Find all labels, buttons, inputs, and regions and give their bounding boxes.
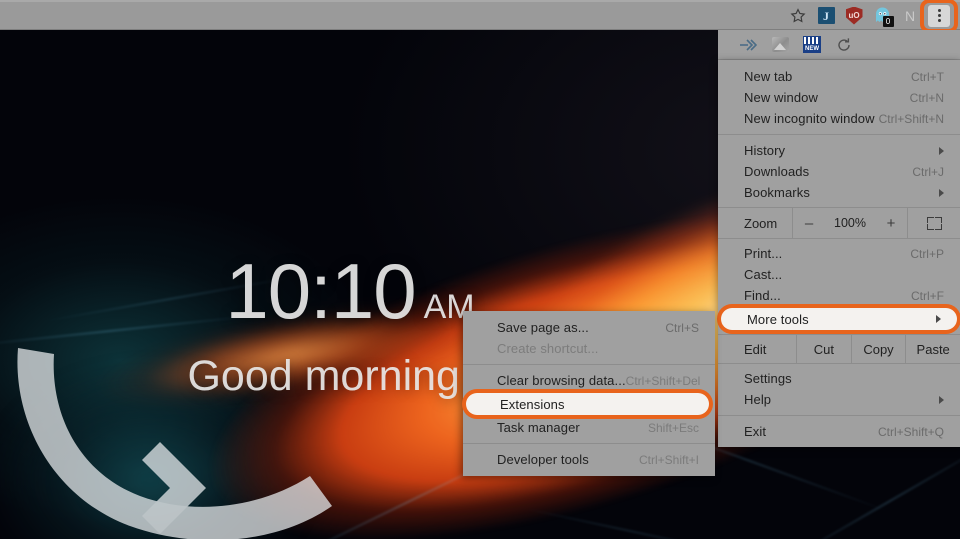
submenu-item-save-page-as[interactable]: Save page as... Ctrl+S — [463, 317, 715, 338]
chevron-right-icon — [939, 395, 944, 404]
fullscreen-button[interactable] — [907, 208, 960, 238]
zoom-out-button[interactable]: – — [792, 208, 825, 238]
menu-item-label: New window — [744, 90, 818, 105]
browser-window: 10:10 AM Good morning, V J uO 0 N NEW Ne… — [0, 0, 960, 539]
menu-item-bookmarks[interactable]: Bookmarks — [718, 182, 960, 203]
menu-item-settings[interactable]: Settings — [718, 368, 960, 389]
edit-label: Edit — [744, 341, 767, 357]
avatar-initial: N — [904, 7, 916, 24]
menu-item-label: Bookmarks — [744, 185, 810, 200]
submenu-item-accel: Ctrl+Shift+I — [638, 452, 699, 467]
menu-item-label: Settings — [744, 371, 792, 386]
zoom-label: Zoom — [744, 215, 778, 231]
edit-cut-button[interactable]: Cut — [796, 335, 851, 363]
chevron-right-icon — [939, 146, 944, 155]
submenu-item-label: Create shortcut... — [497, 341, 599, 356]
menu-item-history[interactable]: History — [718, 140, 960, 161]
menu-button-highlight-ring — [920, 0, 958, 33]
arrow-watermark-icon — [17, 348, 332, 539]
submenu-item-label: Extensions — [500, 396, 565, 412]
zoom-level-value: 100% — [834, 216, 866, 230]
menu-item-more-tools[interactable]: More tools — [721, 308, 957, 330]
menu-item-label: Cast... — [744, 267, 783, 282]
submenu-separator — [463, 443, 715, 444]
chrome-menu-button[interactable] — [920, 0, 958, 33]
menu-item-accel: Ctrl+N — [909, 90, 944, 105]
submenu-item-accel: Ctrl+S — [665, 320, 699, 335]
chevron-right-icon — [936, 315, 941, 323]
menu-item-accel: Ctrl+J — [912, 164, 944, 179]
chevron-right-icon — [939, 188, 944, 197]
menu-item-exit[interactable]: Exit Ctrl+Shift+Q — [718, 421, 960, 442]
bookmarks-bar: NEW — [718, 30, 960, 60]
edit-paste-button[interactable]: Paste — [905, 335, 960, 363]
submenu-item-task-manager[interactable]: Task manager Shift+Esc — [463, 417, 715, 438]
ghostery-extension-icon[interactable]: 0 — [869, 3, 895, 29]
submenu-item-extensions[interactable]: Extensions — [466, 393, 709, 415]
image-thumbnail-icon[interactable] — [770, 35, 790, 55]
menu-item-accel: Ctrl+Shift+N — [878, 111, 944, 126]
menu-separator — [718, 415, 960, 416]
submenu-item-create-shortcut: Create shortcut... — [463, 338, 715, 359]
menu-item-label: Downloads — [744, 164, 810, 179]
menu-item-find[interactable]: Find... Ctrl+F — [718, 285, 960, 306]
edit-copy-button[interactable]: Copy — [850, 335, 906, 363]
reload-circle-icon[interactable] — [834, 35, 854, 55]
more-tools-submenu: Save page as... Ctrl+S Create shortcut..… — [463, 311, 715, 476]
submenu-item-label: Developer tools — [497, 452, 589, 467]
submenu-item-label: Clear browsing data... — [497, 373, 626, 388]
menu-item-accel: Ctrl+F — [911, 288, 944, 303]
menu-item-downloads[interactable]: Downloads Ctrl+J — [718, 161, 960, 182]
new-badge-icon[interactable]: NEW — [802, 35, 822, 55]
menu-item-print[interactable]: Print... Ctrl+P — [718, 243, 960, 264]
menu-item-accel: Ctrl+Shift+Q — [877, 424, 944, 439]
menu-item-new-incognito-window[interactable]: New incognito window Ctrl+Shift+N — [718, 108, 960, 129]
menu-zoom-row: Zoom – 100% + — [718, 207, 960, 239]
ghostery-badge-count: 0 — [882, 16, 894, 27]
menu-item-label: New tab — [744, 69, 793, 84]
menu-item-label: More tools — [747, 311, 809, 327]
menu-item-label: Print... — [744, 246, 783, 261]
menu-edit-row: Edit Cut Copy Paste — [718, 334, 960, 364]
menu-item-label: History — [744, 143, 786, 158]
submenu-item-accel: Ctrl+Shift+Del — [625, 373, 701, 388]
menu-item-accel: Ctrl+T — [911, 69, 944, 84]
menu-item-cast[interactable]: Cast... — [718, 264, 960, 285]
ublock-origin-icon[interactable]: uO — [841, 3, 867, 29]
menu-item-label: Exit — [744, 424, 767, 439]
submenu-item-clear-browsing-data[interactable]: Clear browsing data... Ctrl+Shift+Del — [463, 370, 715, 391]
menu-item-accel: Ctrl+P — [910, 246, 944, 261]
submenu-item-label: Save page as... — [497, 320, 589, 335]
menu-item-new-window[interactable]: New window Ctrl+N — [718, 87, 960, 108]
menu-item-help[interactable]: Help — [718, 389, 960, 410]
submenu-item-label: Task manager — [497, 420, 580, 435]
menu-item-new-tab[interactable]: New tab Ctrl+T — [718, 66, 960, 87]
submenu-item-accel: Shift+Esc — [647, 420, 699, 435]
menu-item-label: Find... — [744, 288, 781, 303]
forward-arrows-icon[interactable] — [738, 35, 758, 55]
bookmark-star-icon[interactable] — [785, 3, 811, 29]
menu-separator — [718, 134, 960, 135]
submenu-item-developer-tools[interactable]: Developer tools Ctrl+Shift+I — [463, 449, 715, 470]
menu-item-label: New incognito window — [744, 111, 875, 126]
zoom-in-button[interactable]: + — [875, 208, 907, 238]
chrome-main-menu: New tab Ctrl+T New window Ctrl+N New inc… — [718, 60, 960, 447]
browser-toolbar: J uO 0 N — [0, 0, 960, 33]
menu-item-label: Help — [744, 392, 772, 407]
submenu-separator — [463, 364, 715, 365]
fullscreen-icon — [926, 216, 942, 230]
journal-extension-icon[interactable]: J — [813, 3, 839, 29]
